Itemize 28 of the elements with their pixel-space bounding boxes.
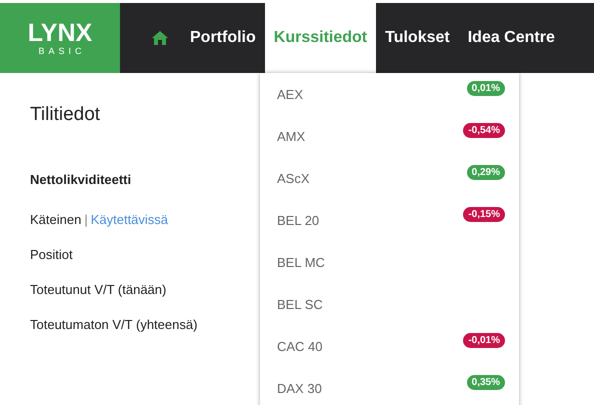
index-menu-item[interactable]: AMX -0,54% [260,115,519,157]
section-heading: Nettolikviditeetti [30,172,132,187]
nav-tab[interactable]: Kurssitiedot [264,3,376,73]
index-menu-item[interactable]: BEL 20 -0,15% [260,199,519,241]
change-badge: -0,01% [463,333,505,348]
separator: | [84,212,88,227]
change-badge: -0,54% [463,123,505,138]
available-link[interactable]: Käytettävissä [90,212,168,227]
account-row-label: Toteutumaton V/T (yhteensä) [30,317,198,332]
cash-label: Käteinen [30,212,82,227]
index-menu-item[interactable]: AEX 0,01% [260,73,519,115]
change-badge: 0,35% [466,375,505,390]
nav-tab[interactable]: Tulokset [376,3,459,73]
nav-tab[interactable]: Portfolio [181,3,265,73]
change-badge: 0,01% [466,81,505,96]
nav-tab[interactable]: Idea Centre [458,3,564,73]
index-menu-item[interactable]: BEL SC [260,283,519,325]
change-badge: 0,29% [466,165,505,180]
index-menu-item[interactable]: DAX 30 0,35% [260,367,519,405]
home-icon[interactable] [152,31,168,45]
index-menu-item[interactable]: AScX 0,29% [260,157,519,199]
index-menu-item[interactable]: CAC 40 -0,01% [260,325,519,367]
index-menu-item[interactable]: BEL MC [260,241,519,283]
change-badge: -0,15% [463,207,505,222]
account-row-label: Toteutunut V/T (tänään) [30,282,168,297]
page-title: Tilitiedot [30,104,102,126]
logo[interactable]: LYNX BASIC [0,3,120,73]
account-row-label: Positiot [30,247,74,262]
